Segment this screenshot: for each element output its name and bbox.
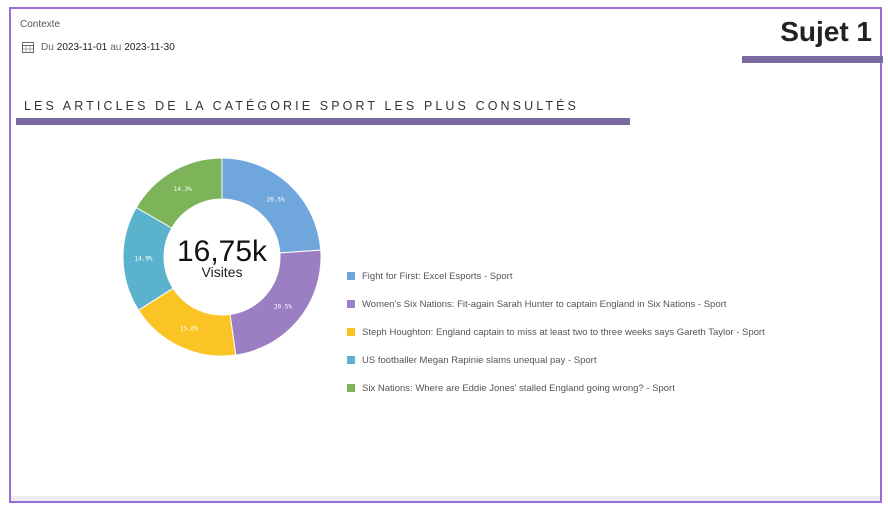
legend-item-2[interactable]: Women's Six Nations: Fit-again Sarah Hun…: [347, 290, 765, 318]
donut-slice-label-4: 14.9%: [134, 256, 152, 263]
donut-slice-label-5: 14.3%: [174, 186, 192, 193]
legend-item-1[interactable]: Fight for First: Excel Esports - Sport: [347, 262, 765, 290]
donut-slice-label-2: 20.5%: [274, 303, 292, 310]
legend-label: Women's Six Nations: Fit-again Sarah Hun…: [362, 298, 727, 310]
legend-swatch: [347, 272, 355, 280]
donut-slice-label-3: 15.6%: [180, 325, 198, 332]
legend-label: Six Nations: Where are Eddie Jones' stal…: [362, 382, 675, 394]
legend-item-3[interactable]: Steph Houghton: England captain to miss …: [347, 318, 765, 346]
chart-legend: Fight for First: Excel Esports - Sport Wo…: [347, 262, 765, 402]
footer-band: [11, 496, 880, 501]
chart-center-label: Visites: [202, 264, 243, 280]
legend-swatch: [347, 356, 355, 364]
legend-label: Fight for First: Excel Esports - Sport: [362, 270, 513, 282]
donut-chart: 20.5%20.5%15.6%14.9%14.3% 16,75k Visites: [122, 157, 322, 357]
legend-swatch: [347, 300, 355, 308]
legend-item-4[interactable]: US footballer Megan Rapinie slams unequa…: [347, 346, 765, 374]
legend-label: US footballer Megan Rapinie slams unequa…: [362, 354, 597, 366]
legend-item-5[interactable]: Six Nations: Where are Eddie Jones' stal…: [347, 374, 765, 402]
legend-swatch: [347, 384, 355, 392]
legend-label: Steph Houghton: England captain to miss …: [362, 326, 765, 338]
legend-swatch: [347, 328, 355, 336]
donut-slice-label-1: 20.5%: [267, 197, 285, 204]
